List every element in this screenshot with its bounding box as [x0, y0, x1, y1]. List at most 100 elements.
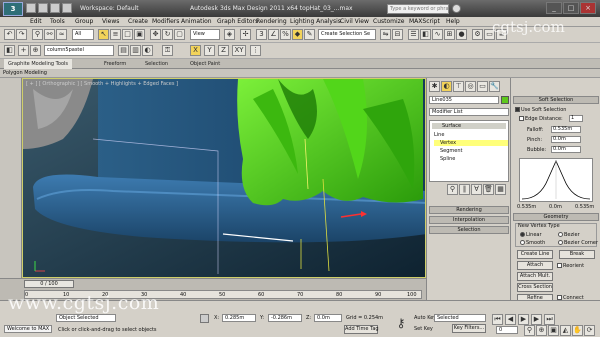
pinch-spinner[interactable]: 0.0m [551, 136, 581, 143]
layer-manager-icon[interactable]: ☰ [408, 29, 419, 40]
pin-stack-icon[interactable]: ⚲ [447, 184, 458, 195]
soft-selection-rollout[interactable]: Soft Selection [513, 96, 599, 104]
stack-item-surface[interactable]: Surface [432, 123, 506, 129]
set-key-label[interactable]: Set Key [414, 326, 433, 332]
viewport-label[interactable]: [ + ] [ Orthographic ] [ Smooth + Highli… [26, 81, 178, 87]
layer-hide-icon[interactable]: ◐ [142, 45, 153, 56]
key-filters-button[interactable]: Key Filters... [452, 324, 486, 333]
modifier-list-dropdown[interactable]: Modifier List [429, 108, 509, 116]
hierarchy-tab-icon[interactable]: ⊤ [453, 81, 464, 92]
new-layer-icon[interactable]: + [18, 45, 29, 56]
bezier-radio[interactable]: Bezier [558, 232, 580, 238]
use-soft-selection-checkbox[interactable]: Use Soft Selection [515, 107, 566, 113]
attach-button[interactable]: Attach [517, 261, 553, 270]
maxscript-listener[interactable]: Welcome to MAX [4, 325, 52, 333]
graphite-toggle-icon[interactable]: ◧ [420, 29, 431, 40]
current-frame-field[interactable]: 0 [496, 326, 518, 334]
axis-x-button[interactable]: X [190, 45, 201, 56]
maximize-button[interactable]: □ [563, 2, 579, 14]
interpolation-rollout[interactable]: Interpolation [429, 216, 509, 224]
configure-modifiers-icon[interactable]: ▦ [495, 184, 506, 195]
select-by-name-icon[interactable]: ≡ [110, 29, 121, 40]
play-icon[interactable]: ▶ [518, 314, 529, 325]
menu-animation[interactable]: Animation [181, 17, 212, 27]
align-icon[interactable]: ⊟ [392, 29, 403, 40]
snap-toggle-icon[interactable]: 3 [256, 29, 267, 40]
edge-distance-checkbox[interactable]: Edge Distance: [519, 116, 563, 122]
lock-selection-icon[interactable] [200, 314, 209, 323]
remove-modifier-icon[interactable]: 🗑 [483, 184, 494, 195]
selection-rollout[interactable]: Selection [429, 226, 509, 234]
prev-frame-icon[interactable]: ◀ [505, 314, 516, 325]
tab-freeform[interactable]: Freeform [104, 59, 126, 69]
linear-radio[interactable]: Linear [520, 232, 542, 238]
curve-editor-icon[interactable]: ∿ [432, 29, 443, 40]
key-mode-dropdown[interactable]: Selected [434, 314, 486, 322]
selection-filter-dropdown[interactable]: All [72, 29, 94, 40]
show-end-result-icon[interactable]: ∥ [459, 184, 470, 195]
menu-customize[interactable]: Customize [373, 17, 405, 27]
axis-y-button[interactable]: Y [204, 45, 215, 56]
falloff-spinner[interactable]: 0.535m [551, 126, 581, 133]
menu-tools[interactable]: Tools [50, 17, 65, 27]
object-color-swatch[interactable] [501, 96, 509, 104]
menu-civil-view[interactable]: Civil View [340, 17, 369, 27]
x-coord-field[interactable]: 0.285m [222, 314, 256, 322]
geometry-rollout[interactable]: Geometry [513, 213, 599, 221]
tab-object-paint[interactable]: Object Paint [190, 59, 220, 69]
time-slider[interactable]: 0 / 100 [24, 280, 74, 288]
next-frame-icon[interactable]: ▶ [531, 314, 542, 325]
rotate-icon[interactable]: ↻ [162, 29, 173, 40]
search-input[interactable]: Type a keyword or phrase [387, 4, 449, 14]
link-icon[interactable]: ⚲ [32, 29, 43, 40]
menu-create[interactable]: Create [128, 17, 148, 27]
workspace-dropdown[interactable]: Workspace: Default [80, 0, 139, 17]
angle-snap-icon[interactable]: ∠ [268, 29, 279, 40]
modify-tab-icon[interactable]: ◐ [441, 81, 452, 92]
goto-end-icon[interactable]: ⏭ [544, 314, 555, 325]
axis-constraint-icon[interactable]: ⋮ [250, 45, 261, 56]
menu-modifiers[interactable]: Modifiers [152, 17, 179, 27]
object-name-field[interactable]: Line035 [429, 96, 499, 104]
pivot-center-icon[interactable]: ◈ [224, 29, 235, 40]
stack-item-spline[interactable]: Spline [440, 156, 455, 162]
add-to-layer-icon[interactable]: ⊕ [30, 45, 41, 56]
create-tab-icon[interactable]: ✱ [429, 81, 440, 92]
bind-icon[interactable]: ≈ [56, 29, 67, 40]
break-button[interactable]: Break [559, 250, 595, 259]
add-time-tag-button[interactable]: Add Time Tag [344, 325, 379, 334]
utilities-tab-icon[interactable]: 🔧 [489, 81, 500, 92]
key-icon[interactable]: ⚷ [392, 315, 410, 331]
window-crossing-icon[interactable]: ▣ [134, 29, 145, 40]
tab-graphite-modeling-tools[interactable]: Graphite Modeling Tools [4, 59, 73, 69]
search-icon[interactable] [452, 4, 461, 13]
orbit-icon[interactable]: ⟳ [584, 325, 595, 336]
zoom-icon[interactable]: ⚲ [524, 325, 535, 336]
app-logo[interactable]: 3 [3, 2, 23, 16]
tab-selection[interactable]: Selection [145, 59, 168, 69]
percent-snap-icon[interactable]: % [280, 29, 291, 40]
attach-mult-button[interactable]: Attach Mult. [517, 272, 553, 281]
stack-item-vertex[interactable]: Vertex [434, 140, 508, 146]
layer-set-icon[interactable]: ▥ [130, 45, 141, 56]
z-coord-field[interactable]: 0.0m [314, 314, 342, 322]
select-manipulate-icon[interactable]: ✢ [240, 29, 251, 40]
bubble-spinner[interactable]: 0.0m [551, 146, 581, 153]
stack-item-segment[interactable]: Segment [440, 148, 463, 154]
named-selection-icon[interactable]: ✎ [304, 29, 315, 40]
zoom-all-icon[interactable]: ⊕ [536, 325, 547, 336]
polygon-modeling-label[interactable]: Polygon Modeling [3, 69, 47, 78]
select-object-icon[interactable]: ↖ [98, 29, 109, 40]
rendering-rollout[interactable]: Rendering [429, 206, 509, 214]
display-tab-icon[interactable]: ▭ [477, 81, 488, 92]
goto-start-icon[interactable]: ⏮ [492, 314, 503, 325]
select-layer-icon[interactable]: ▤ [118, 45, 129, 56]
pan-icon[interactable]: ✋ [572, 325, 583, 336]
create-line-button[interactable]: Create Line [517, 250, 553, 259]
redo-icon[interactable] [62, 3, 72, 13]
bezier-corner-radio[interactable]: Bezier Corner [558, 240, 598, 246]
redo-icon[interactable]: ↷ [16, 29, 27, 40]
menu-group[interactable]: Group [75, 17, 93, 27]
menu-help[interactable]: Help [446, 17, 460, 27]
menu-views[interactable]: Views [102, 17, 119, 27]
